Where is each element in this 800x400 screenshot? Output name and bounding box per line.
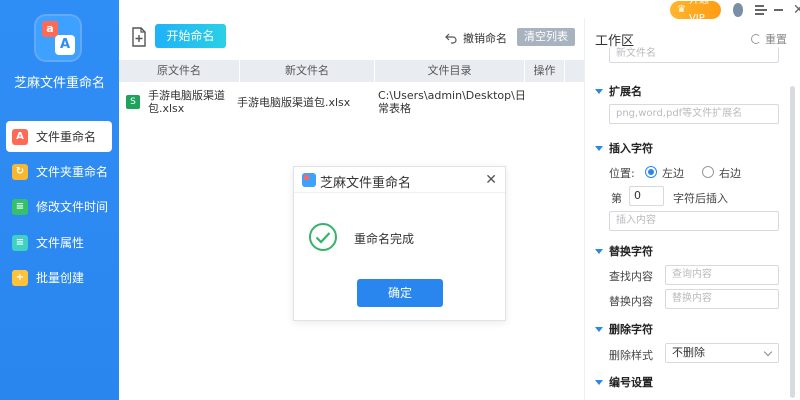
- section-replace[interactable]: 替换字符: [595, 243, 653, 259]
- sidebar-item-label: 文件夹重命名: [36, 165, 109, 179]
- new-name-input[interactable]: 新文件名: [609, 47, 779, 63]
- undo-rename-button[interactable]: 撤销命名: [445, 30, 507, 46]
- sidebar-item-file-attributes[interactable]: ≡ 文件属性: [6, 227, 112, 258]
- close-icon[interactable]: ✕: [793, 3, 800, 17]
- app-logo-icon: [302, 173, 316, 187]
- chevron-down-icon: [763, 347, 773, 357]
- minimize-icon[interactable]: [774, 9, 783, 11]
- sidebar-item-batch-create[interactable]: + 批量创建: [6, 262, 112, 293]
- calendar-icon: ≡: [12, 198, 28, 215]
- panel-scrollbar[interactable]: [790, 86, 795, 398]
- document-icon: ≡: [12, 234, 28, 251]
- collapse-triangle-icon: [595, 88, 603, 94]
- close-icon[interactable]: ✕: [485, 172, 497, 188]
- radio-left[interactable]: [645, 166, 657, 178]
- section-delete[interactable]: 删除字符: [595, 321, 653, 337]
- undo-label: 撤销命名: [463, 32, 507, 45]
- excel-file-icon: S: [126, 95, 140, 109]
- position-label: 位置:: [609, 167, 635, 180]
- reset-label: 重置: [765, 33, 787, 46]
- clear-list-button[interactable]: 清空列表: [517, 28, 575, 46]
- section-insert[interactable]: 插入字符: [595, 140, 653, 156]
- cell-directory: C:\Users\admin\Desktop\日常表格: [378, 89, 526, 115]
- sidebar: a A 芝麻文件重命名 A 文件重命名 ↻ 文件夹重命名 ≡ 修改文件时间 ≡ …: [0, 0, 119, 400]
- menu-icon[interactable]: [755, 5, 768, 15]
- logo-letter-b: A: [55, 35, 75, 55]
- avatar[interactable]: [732, 3, 744, 17]
- section-replace-title: 替换字符: [609, 245, 653, 258]
- extension-input[interactable]: png,word,pdf等文件扩展名: [609, 104, 779, 124]
- vip-label: 开通VIP: [688, 0, 709, 24]
- column-spacer: [565, 60, 584, 82]
- delete-style-value: 不删除: [672, 346, 705, 359]
- sidebar-item-file-rename[interactable]: A 文件重命名: [6, 121, 112, 152]
- collapse-triangle-icon: [595, 248, 603, 254]
- section-extension[interactable]: 扩展名: [595, 83, 642, 99]
- success-check-icon: [309, 223, 337, 251]
- ok-button[interactable]: 确定: [357, 279, 443, 307]
- section-numbering-title: 编号设置: [609, 376, 653, 389]
- column-directory: 文件目录: [375, 60, 525, 82]
- nth-prefix-label: 第: [611, 192, 622, 205]
- app-title: 芝麻文件重命名: [13, 76, 105, 91]
- radio-right[interactable]: [702, 166, 714, 178]
- delete-style-label: 删除样式: [609, 349, 653, 362]
- plus-icon: +: [12, 269, 28, 286]
- section-delete-title: 删除字符: [609, 323, 653, 336]
- section-extension-title: 扩展名: [609, 85, 642, 98]
- find-label: 查找内容: [609, 270, 653, 283]
- collapse-triangle-icon: [595, 326, 603, 332]
- dialog-title: 芝麻文件重命名: [320, 176, 412, 191]
- table-header: 原文件名 新文件名 文件目录 操作: [119, 60, 584, 82]
- cell-new-name: 手游电脑版渠道包.xlsx: [237, 95, 351, 109]
- window-controls: ♛ 开通VIP ✕: [670, 0, 800, 24]
- radio-left-label: 左边: [662, 167, 684, 180]
- folder-icon: ↻: [12, 163, 28, 180]
- column-action: 操作: [525, 60, 565, 82]
- column-new-name: 新文件名: [240, 60, 375, 82]
- nth-suffix-label: 字符后插入: [673, 192, 728, 205]
- sidebar-item-label: 修改文件时间: [36, 200, 109, 214]
- find-input[interactable]: 查询内容: [665, 265, 779, 285]
- delete-style-select[interactable]: 不删除: [665, 343, 779, 363]
- start-rename-button[interactable]: 开始命名: [155, 24, 226, 48]
- sidebar-item-modify-time[interactable]: ≡ 修改文件时间: [6, 191, 112, 222]
- section-insert-title: 插入字符: [609, 142, 653, 155]
- completion-dialog: 芝麻文件重命名 ✕ 重命名完成 确定: [293, 166, 506, 321]
- dialog-header: 芝麻文件重命名 ✕: [294, 167, 505, 193]
- nth-char-input[interactable]: 0: [629, 186, 664, 206]
- collapse-triangle-icon: [595, 145, 603, 151]
- app-logo: a A: [36, 16, 80, 60]
- refresh-icon: [751, 34, 761, 44]
- insert-content-input[interactable]: 插入内容: [609, 211, 779, 231]
- sidebar-item-label: 文件重命名: [36, 130, 97, 144]
- column-original-name: 原文件名: [119, 60, 240, 82]
- collapse-triangle-icon: [595, 379, 603, 385]
- sidebar-item-label: 文件属性: [36, 236, 85, 250]
- table-row[interactable]: S 手游电脑版渠道包.xlsx 手游电脑版渠道包.xlsx C:\Users\a…: [119, 86, 584, 118]
- replace-input[interactable]: 替换内容: [665, 289, 779, 309]
- reset-button[interactable]: 重置: [751, 31, 787, 47]
- add-file-icon[interactable]: [130, 27, 148, 47]
- sidebar-item-label: 批量创建: [36, 271, 85, 285]
- logo-letter-a: a: [42, 21, 58, 37]
- rename-icon: A: [12, 128, 28, 145]
- cell-original-name: 手游电脑版渠道包.xlsx: [148, 89, 225, 115]
- radio-right-label: 右边: [719, 167, 741, 180]
- crown-icon: ♛: [677, 4, 686, 15]
- dialog-message: 重命名完成: [354, 232, 415, 246]
- sidebar-item-folder-rename[interactable]: ↻ 文件夹重命名: [6, 156, 112, 187]
- vip-button[interactable]: ♛ 开通VIP: [670, 0, 721, 24]
- replace-label: 替换内容: [609, 295, 653, 308]
- undo-icon: [445, 33, 457, 44]
- panel-divider: [584, 18, 585, 400]
- section-numbering[interactable]: 编号设置: [595, 374, 653, 390]
